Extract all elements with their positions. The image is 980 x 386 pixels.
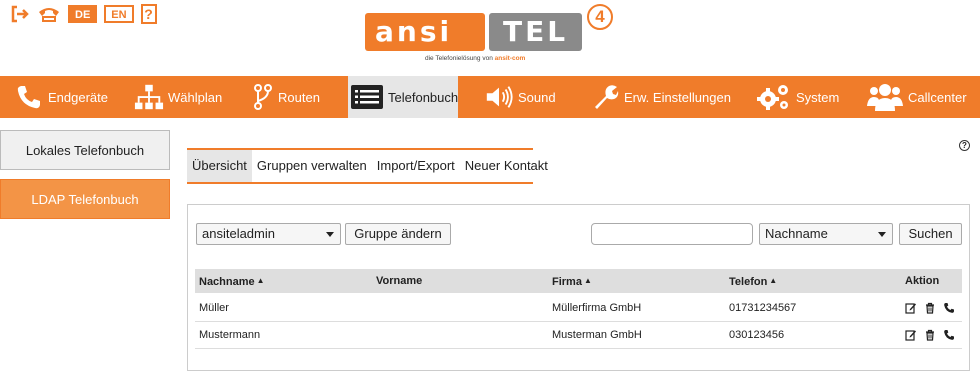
search-field-select-value: Nachname <box>765 226 828 241</box>
suchen-button[interactable]: Suchen <box>899 223 962 245</box>
column-telefon[interactable]: Telefon ▲ <box>729 269 777 293</box>
cell-firma: Müllerfirma GmbH <box>552 302 642 314</box>
sub-tabs: Übersicht Gruppen verwalten Import/Expor… <box>187 148 548 184</box>
nav-label: Wählplan <box>168 89 223 105</box>
nav-telefonbuch[interactable]: Telefonbuch <box>348 76 458 118</box>
call-icon[interactable] <box>943 329 955 341</box>
logo-text-ansi: ansi <box>375 15 453 48</box>
lang-de-button[interactable]: DE <box>68 5 98 23</box>
app-root: DE EN ? ansi TEL 4 die Telefonielösung v… <box>0 0 980 386</box>
nav-erw-einstellungen[interactable]: Erw. Einstellungen <box>590 76 731 118</box>
phone-icon <box>14 82 44 112</box>
column-label: Telefon <box>729 276 768 288</box>
column-label: Firma <box>552 276 582 288</box>
nav-label: Routen <box>278 89 320 105</box>
tab-import-export[interactable]: Import/Export <box>372 150 460 182</box>
trash-icon[interactable] <box>924 329 936 341</box>
help-button[interactable]: ? <box>140 4 157 24</box>
nav-system[interactable]: System <box>756 76 839 118</box>
tab-gruppen-verwalten[interactable]: Gruppen verwalten <box>252 150 372 182</box>
row-actions <box>905 295 955 321</box>
nav-label: System <box>796 89 840 105</box>
cell-nachname: Müller <box>199 302 229 314</box>
wrench-icon <box>590 82 620 112</box>
chevron-down-icon <box>326 232 334 237</box>
phone-hangup-icon[interactable] <box>37 4 61 24</box>
column-firma[interactable]: Firma ▲ <box>552 269 592 293</box>
sidebar-ldap-telefonbuch[interactable]: LDAP Telefonbuch <box>0 179 170 219</box>
sort-up-icon: ▲ <box>583 276 592 285</box>
users-icon <box>866 82 904 112</box>
cell-telefon: 030123456 <box>729 329 785 341</box>
search-field-select[interactable]: Nachname <box>759 223 893 245</box>
column-nachname[interactable]: Nachname ▲ <box>199 269 265 293</box>
table-header: Nachname ▲ Vorname Firma ▲ Telefon ▲ Aktion <box>195 269 962 293</box>
logo-tagline: die Telefonielösung von ansit-com <box>425 55 525 62</box>
phonebook-panel: ansiteladmin Gruppe ändern Nachname Such… <box>187 204 970 371</box>
logo-tagline-text: die Telefonielösung von <box>425 55 493 62</box>
sitemap-icon <box>134 82 164 112</box>
column-label: Nachname <box>199 276 255 288</box>
group-select[interactable]: ansiteladmin <box>196 223 341 245</box>
cell-telefon: 01731234567 <box>729 302 797 314</box>
main-navigation: Endgeräte Wählplan Routen Telefonbuch So… <box>0 76 980 118</box>
lang-en-button[interactable]: EN <box>104 5 134 23</box>
table-row: Müller Müllerfirma GmbH 01731234567 <box>195 295 962 322</box>
sort-up-icon: ▲ <box>256 276 265 285</box>
tab-neuer-kontakt[interactable]: Neuer Kontakt <box>460 150 553 182</box>
row-actions <box>905 322 955 348</box>
tab-uebersicht[interactable]: Übersicht <box>187 150 252 182</box>
ansitel-logo: ansi TEL 4 die Telefonielösung von ansit… <box>365 4 625 70</box>
column-vorname: Vorname <box>376 275 423 287</box>
column-aktion: Aktion <box>905 275 940 287</box>
nav-waehlplan[interactable]: Wählplan <box>134 76 222 118</box>
trash-icon[interactable] <box>924 302 936 314</box>
group-select-value: ansiteladmin <box>202 226 275 241</box>
top-toolbar: DE EN ? <box>10 4 157 24</box>
logout-icon[interactable] <box>10 4 30 24</box>
edit-icon[interactable] <box>905 329 917 341</box>
cell-firma: Musterman GmbH <box>552 329 642 341</box>
gruppe-aendern-button[interactable]: Gruppe ändern <box>345 223 451 245</box>
search-input[interactable] <box>591 223 753 245</box>
nav-label: Sound <box>518 89 556 105</box>
sort-up-icon: ▲ <box>769 276 778 285</box>
gears-icon <box>756 82 792 112</box>
nav-label: Telefonbuch <box>388 89 459 105</box>
table-row: Mustermann Musterman GmbH 030123456 <box>195 322 962 349</box>
chevron-down-icon <box>878 232 886 237</box>
logo-text-tel: TEL <box>503 15 569 48</box>
nav-callcenter[interactable]: Callcenter <box>866 76 967 118</box>
nav-routen[interactable]: Routen <box>252 76 320 118</box>
logo-tagline-brand: ansit-com <box>494 55 526 62</box>
edit-icon[interactable] <box>905 302 917 314</box>
speaker-icon <box>484 82 514 112</box>
nav-label: Erw. Einstellungen <box>624 89 731 105</box>
list-icon <box>350 82 384 112</box>
logo-version-badge: 4 <box>587 4 613 30</box>
nav-label: Callcenter <box>908 89 967 105</box>
route-icon <box>252 82 274 112</box>
nav-sound[interactable]: Sound <box>484 76 556 118</box>
cell-nachname: Mustermann <box>199 329 261 341</box>
sidebar-lokales-telefonbuch[interactable]: Lokales Telefonbuch <box>0 130 170 170</box>
help-circle-icon[interactable]: ? <box>959 140 970 151</box>
nav-label: Endgeräte <box>48 89 108 105</box>
call-icon[interactable] <box>943 302 955 314</box>
nav-endgeraete[interactable]: Endgeräte <box>14 76 108 118</box>
